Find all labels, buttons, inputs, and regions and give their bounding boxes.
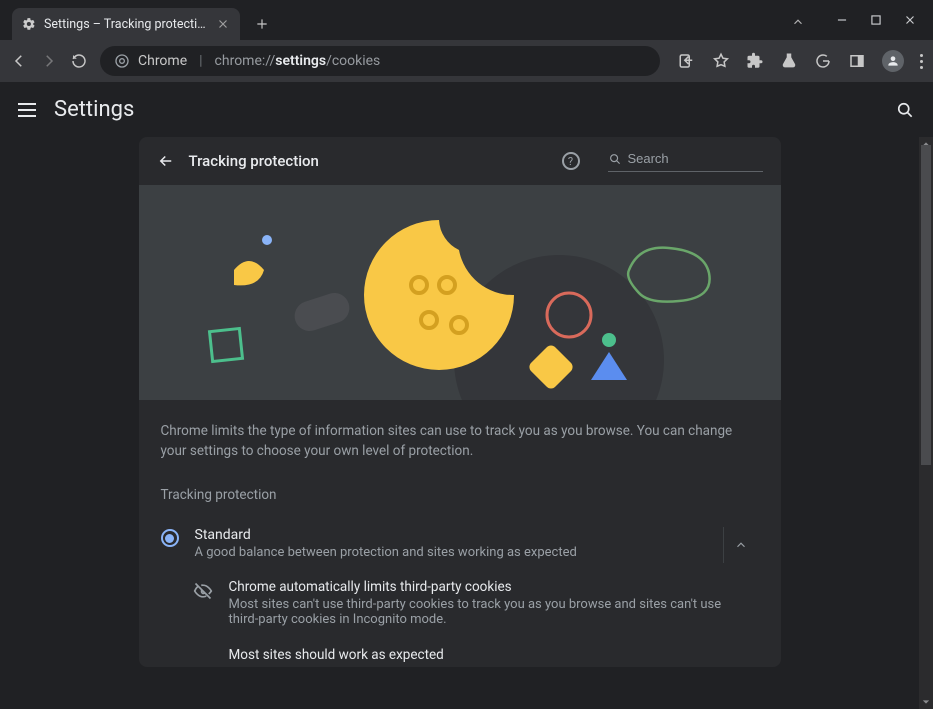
radio-selected[interactable]: [161, 529, 179, 547]
scrollbar-thumb[interactable]: [921, 145, 931, 465]
address-bar[interactable]: Chrome | chrome://settings/cookies: [100, 46, 660, 76]
extensions-icon[interactable]: [746, 52, 764, 70]
profile-avatar[interactable]: [882, 50, 904, 72]
search-icon: [608, 151, 622, 167]
hamburger-menu-icon[interactable]: [18, 103, 36, 117]
omnibox-url-rest: /cookies: [326, 53, 380, 69]
chrome-logo-icon: [114, 53, 130, 69]
detail-row: Most sites should work as expected: [139, 639, 781, 667]
section-label: Tracking protection: [139, 469, 781, 513]
reload-icon[interactable]: [70, 52, 88, 70]
omnibox-host: Chrome: [138, 53, 187, 69]
omnibox-url-prefix: chrome://: [215, 53, 276, 69]
bookmark-star-icon[interactable]: [712, 52, 730, 70]
kebab-menu-icon[interactable]: [920, 54, 923, 69]
detail-subtitle: Most sites can't use third-party cookies…: [229, 597, 734, 627]
person-icon: [886, 54, 900, 68]
eye-off-icon: [193, 581, 213, 601]
detail-title: Chrome automatically limits third-party …: [229, 579, 734, 595]
panel-search-input[interactable]: [627, 151, 762, 166]
scrollbar[interactable]: [919, 137, 933, 709]
side-panel-icon[interactable]: [848, 52, 866, 70]
omnibox-separator: |: [195, 53, 206, 69]
panel-description: Chrome limits the type of information si…: [139, 400, 781, 469]
content-viewport: Tracking protection ?: [0, 137, 919, 709]
tab-strip: Settings – Tracking protection: [0, 0, 791, 40]
tab-title: Settings – Tracking protection: [44, 17, 208, 32]
hero-illustration: [139, 185, 781, 400]
browser-tab[interactable]: Settings – Tracking protection: [12, 8, 240, 40]
google-g-icon[interactable]: [814, 52, 832, 70]
toolbar-actions: [672, 50, 923, 72]
window-controls: [791, 0, 933, 40]
minimize-icon[interactable]: [835, 13, 849, 27]
help-icon[interactable]: ?: [562, 152, 580, 170]
option-subtitle: A good balance between protection and si…: [195, 545, 699, 560]
panel-search[interactable]: [608, 151, 763, 172]
scroll-down-icon[interactable]: [919, 695, 933, 709]
chevron-down-icon[interactable]: [791, 15, 805, 29]
window-titlebar: Settings – Tracking protection: [0, 0, 933, 40]
collapse-button[interactable]: [723, 527, 759, 563]
maximize-icon[interactable]: [869, 13, 883, 27]
new-tab-button[interactable]: [248, 10, 276, 38]
detail-row: Chrome automatically limits third-party …: [139, 575, 781, 639]
panel-title: Tracking protection: [189, 152, 319, 170]
option-title: Standard: [195, 527, 699, 543]
settings-panel: Tracking protection ?: [139, 137, 781, 667]
panel-back-icon[interactable]: [157, 152, 175, 170]
plus-icon: [255, 17, 269, 31]
settings-title: Settings: [54, 97, 134, 122]
panel-header: Tracking protection ?: [139, 137, 781, 185]
search-icon[interactable]: [895, 100, 915, 120]
option-standard[interactable]: Standard A good balance between protecti…: [139, 513, 781, 575]
close-window-icon[interactable]: [903, 13, 917, 27]
share-icon[interactable]: [678, 52, 696, 70]
omnibox-url-bold: settings: [275, 53, 326, 69]
back-icon[interactable]: [10, 52, 28, 70]
browser-toolbar: Chrome | chrome://settings/cookies: [0, 40, 933, 82]
forward-icon[interactable]: [40, 52, 58, 70]
settings-header: Settings: [0, 82, 933, 137]
detail-title: Most sites should work as expected: [229, 647, 759, 663]
close-tab-icon[interactable]: [216, 17, 230, 31]
chevron-up-icon: [734, 538, 748, 552]
gear-icon: [22, 17, 36, 31]
labs-flask-icon[interactable]: [780, 52, 798, 70]
